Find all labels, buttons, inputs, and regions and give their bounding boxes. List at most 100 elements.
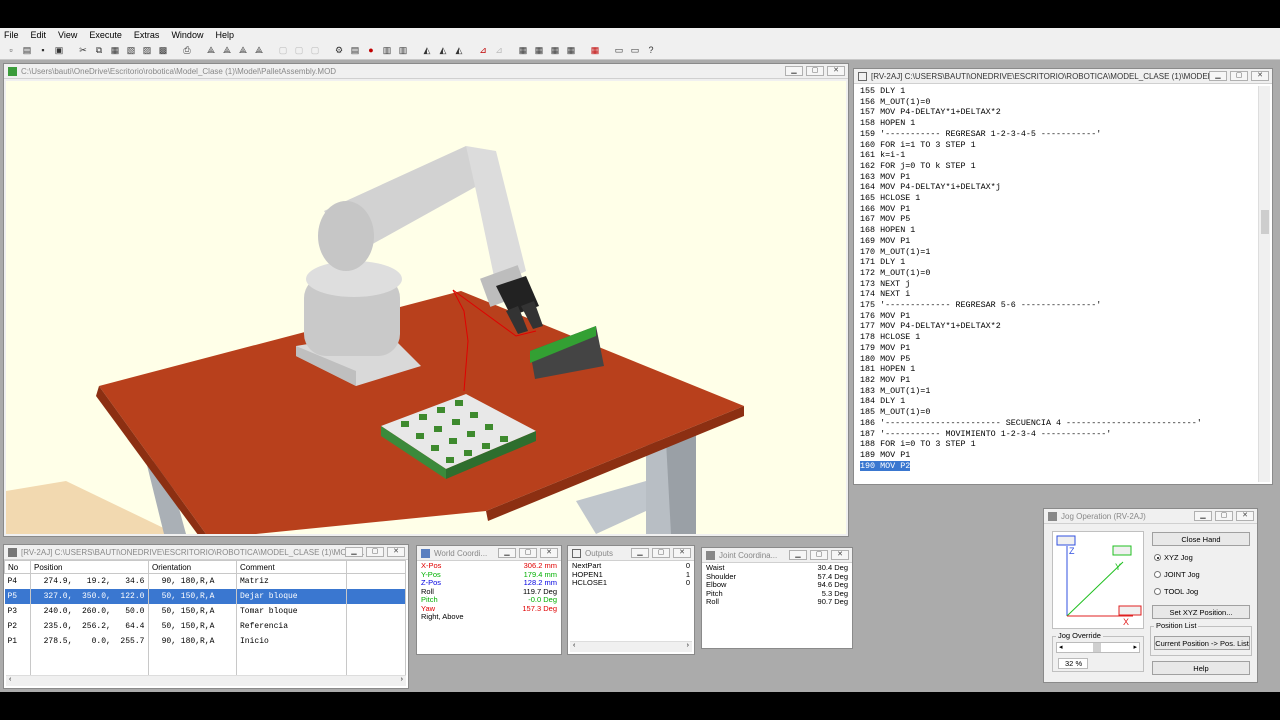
view-icon-3[interactable]: ◭ — [452, 43, 466, 57]
code-line[interactable]: 177 MOV P4-DELTAY*1+DELTAX*2 — [860, 321, 1258, 332]
code-line[interactable]: 163 MOV P1 — [860, 172, 1258, 183]
toolbar-icon-5[interactable]: ▨ — [140, 43, 154, 57]
toolbar-disabled-icon-4[interactable]: ⊿ — [492, 43, 506, 57]
maximize-button[interactable]: ▢ — [806, 66, 824, 76]
jog-override-field[interactable]: 32 % — [1058, 658, 1088, 669]
menu-execute[interactable]: Execute — [89, 30, 122, 40]
code-line[interactable]: 158 HOPEN 1 — [860, 118, 1258, 129]
maximize-button[interactable]: ▢ — [1215, 511, 1233, 521]
paste-icon[interactable]: ▦ — [108, 43, 122, 57]
copy-icon[interactable]: ⧉ — [92, 43, 106, 57]
code-line[interactable]: 157 MOV P4-DELTAY*1+DELTAX*2 — [860, 107, 1258, 118]
code-line[interactable]: 184 DLY 1 — [860, 396, 1258, 407]
robot-icon-2[interactable]: ⟁ — [220, 43, 234, 57]
view-icon-1[interactable]: ◭ — [420, 43, 434, 57]
code-line[interactable]: 168 HOPEN 1 — [860, 225, 1258, 236]
axes-icon[interactable]: ⊿ — [476, 43, 490, 57]
step-icon[interactable]: ⚙ — [332, 43, 346, 57]
code-line[interactable]: 170 M_OUT(1)=1 — [860, 247, 1258, 258]
code-line[interactable]: 156 M_OUT(1)=0 — [860, 97, 1258, 108]
code-line[interactable]: 182 MOV P1 — [860, 375, 1258, 386]
code-line[interactable]: 183 M_OUT(1)=1 — [860, 386, 1258, 397]
close-button[interactable]: ✕ — [1251, 71, 1269, 81]
code-line[interactable]: 178 HCLOSE 1 — [860, 332, 1258, 343]
save-icon[interactable]: ▪ — [36, 43, 50, 57]
help-button[interactable]: Help — [1152, 661, 1250, 675]
code-line[interactable]: 189 MOV P1 — [860, 450, 1258, 461]
jog-x-plus-button[interactable] — [1119, 606, 1141, 615]
maximize-button[interactable]: ▢ — [652, 548, 670, 558]
maximize-button[interactable]: ▢ — [810, 550, 828, 560]
menu-extras[interactable]: Extras — [134, 30, 160, 40]
maximize-button[interactable]: ▢ — [1230, 71, 1248, 81]
menu-view[interactable]: View — [58, 30, 77, 40]
menu-help[interactable]: Help — [215, 30, 234, 40]
new-file-icon[interactable]: ▫ — [4, 43, 18, 57]
code-line[interactable]: 181 HOPEN 1 — [860, 364, 1258, 375]
teach-icon[interactable]: ▤ — [348, 43, 362, 57]
column-header-orientation[interactable]: Orientation — [148, 560, 237, 574]
jog-override-slider[interactable]: ◂ ▸ — [1056, 642, 1140, 653]
code-line[interactable]: 167 MOV P5 — [860, 214, 1258, 225]
program-code-area[interactable]: 155 DLY 1 156 M_OUT(1)=0 157 MOV P4-DELTAY… — [856, 86, 1258, 482]
toolbar-icon-6[interactable]: ▩ — [156, 43, 170, 57]
xyz-jog-radio[interactable]: XYZ Jog — [1154, 553, 1193, 562]
robot-icon-3[interactable]: ⟁ — [236, 43, 250, 57]
table-row[interactable]: P4 274.9, 19.2, 34.6 90, 180,R,A Matriz — [4, 573, 406, 589]
code-line[interactable]: 166 MOV P1 — [860, 204, 1258, 215]
menu-edit[interactable]: Edit — [31, 30, 47, 40]
close-hand-button[interactable]: Close Hand — [1152, 532, 1250, 546]
horizontal-scrollbar[interactable]: ‹ › — [6, 675, 406, 686]
jog-z-plus-button[interactable] — [1057, 536, 1075, 545]
jog-y-plus-button[interactable] — [1113, 546, 1131, 555]
current-to-list-button[interactable]: Current Position -> Pos. List — [1154, 636, 1250, 650]
save-all-icon[interactable]: ▣ — [52, 43, 66, 57]
grid-icon-2[interactable]: ▦ — [532, 43, 546, 57]
minimize-button[interactable]: ▁ — [498, 548, 516, 558]
close-button[interactable]: ✕ — [827, 66, 845, 76]
minimize-button[interactable]: ▁ — [345, 547, 363, 557]
joint-jog-radio[interactable]: JOINT Jog — [1154, 570, 1200, 579]
open-folder-icon[interactable]: ▤ — [20, 43, 34, 57]
record-icon[interactable]: ● — [364, 43, 378, 57]
code-line[interactable]: 179 MOV P1 — [860, 343, 1258, 354]
minimize-button[interactable]: ▁ — [1194, 511, 1212, 521]
print-icon[interactable]: ⎙ — [180, 43, 194, 57]
code-line[interactable]: 176 MOV P1 — [860, 311, 1258, 322]
list-icon-2[interactable]: ▥ — [396, 43, 410, 57]
toolbar-icon-4[interactable]: ▧ — [124, 43, 138, 57]
maximize-button[interactable]: ▢ — [366, 547, 384, 557]
close-button[interactable]: ✕ — [540, 548, 558, 558]
robot-icon-1[interactable]: ⟁ — [204, 43, 218, 57]
cut-icon[interactable]: ✂ — [76, 43, 90, 57]
table-row[interactable]: P5 327.0, 350.0, 122.0 50, 150,R,A Dejar … — [4, 588, 406, 604]
code-line[interactable]: 164 MOV P4-DELTAY*i+DELTAX*j — [860, 182, 1258, 193]
table-row[interactable]: P2 235.0, 256.2, 64.4 50, 150,R,A Referen… — [4, 618, 406, 634]
table-icon[interactable]: ▦ — [588, 43, 602, 57]
table-row[interactable]: P1 278.5, 0.0, 255.7 90, 180,R,A Inicio — [4, 633, 406, 649]
code-line[interactable]: 180 MOV P5 — [860, 354, 1258, 365]
grid-icon-1[interactable]: ▦ — [516, 43, 530, 57]
list-icon-1[interactable]: ▥ — [380, 43, 394, 57]
close-button[interactable]: ✕ — [1236, 511, 1254, 521]
grid-icon-3[interactable]: ▦ — [548, 43, 562, 57]
maximize-button[interactable]: ▢ — [519, 548, 537, 558]
selected-code-line[interactable]: 190 MOV P2 — [860, 460, 911, 472]
code-line[interactable]: 174 NEXT i — [860, 289, 1258, 300]
code-line[interactable]: 155 DLY 1 — [860, 86, 1258, 97]
menu-file[interactable]: File — [4, 30, 19, 40]
view-icon-2[interactable]: ◭ — [436, 43, 450, 57]
chart-icon[interactable]: ▭ — [628, 43, 642, 57]
grid-icon-4[interactable]: ▦ — [564, 43, 578, 57]
minimize-button[interactable]: ▁ — [631, 548, 649, 558]
set-xyz-position-button[interactable]: Set XYZ Position... — [1152, 605, 1250, 619]
toolbar-disabled-icon-1[interactable]: ▢ — [276, 43, 290, 57]
minimize-button[interactable]: ▁ — [789, 550, 807, 560]
vertical-scrollbar[interactable] — [1258, 86, 1270, 482]
code-line[interactable]: 173 NEXT j — [860, 279, 1258, 290]
column-header-position[interactable]: Position — [30, 560, 149, 574]
table-row[interactable]: P3 240.0, 260.0, 50.0 50, 150,R,A Tomar b… — [4, 603, 406, 619]
code-line[interactable]: 187 '----------- MOVIMIENTO 1-2-3-4 ----… — [860, 429, 1258, 440]
robot-icon-4[interactable]: ⟁ — [252, 43, 266, 57]
menu-window[interactable]: Window — [171, 30, 203, 40]
